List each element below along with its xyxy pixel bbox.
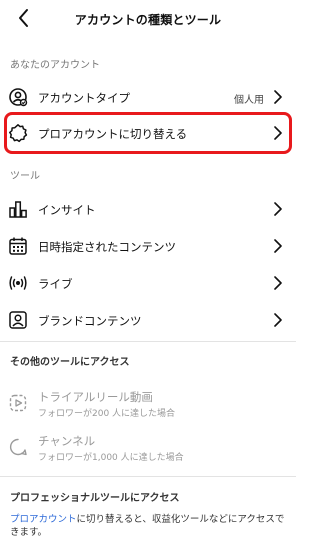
trial-reels-label: トライアルリール動画 xyxy=(38,390,153,404)
channel-requirement: フォロワーが1,000 人に達した場合 xyxy=(38,453,184,463)
channel-label: チャンネル xyxy=(38,434,96,448)
chevron-right-icon xyxy=(274,239,282,253)
gear-badge-icon xyxy=(8,123,28,143)
branded-content-icon xyxy=(8,310,28,330)
trial-reels-requirement: フォロワーが200 人に達した場合 xyxy=(38,409,176,419)
trial-reel-icon xyxy=(8,393,28,413)
section-label-other-tools: その他のツールにアクセス xyxy=(10,357,130,368)
chevron-right-icon xyxy=(274,90,282,104)
insights-row[interactable]: インサイト xyxy=(0,191,296,227)
scheduled-content-label: 日時指定されたコンテンツ xyxy=(38,240,176,254)
bar-chart-icon xyxy=(8,199,28,219)
switch-to-pro-row[interactable]: プロアカウントに切り替える xyxy=(0,115,296,151)
divider xyxy=(0,341,296,342)
branded-content-label: ブランドコンテンツ xyxy=(38,314,142,328)
section-label-professional: プロフェッショナルツールにアクセス xyxy=(10,493,180,504)
header: アカウントの種類とツール xyxy=(0,0,296,38)
account-type-label: アカウントタイプ xyxy=(38,91,130,105)
channel-icon xyxy=(8,437,28,457)
chevron-right-icon xyxy=(274,276,282,290)
switch-to-pro-label: プロアカウントに切り替える xyxy=(38,127,188,141)
pro-account-link[interactable]: プロアカウント xyxy=(10,514,77,525)
channel-row: チャンネル フォロワーが1,000 人に達した場合 xyxy=(0,429,296,465)
person-badge-icon xyxy=(8,87,28,107)
insights-label: インサイト xyxy=(38,203,96,217)
calendar-icon xyxy=(8,236,28,256)
scheduled-content-row[interactable]: 日時指定されたコンテンツ xyxy=(0,228,296,264)
account-type-value: 個人用 xyxy=(234,95,264,106)
professional-description: プロアカウントに切り替えると、収益化ツールなどにアクセスできます。 xyxy=(10,513,286,539)
section-label-tools: ツール xyxy=(10,171,40,182)
section-label-your-account: あなたのアカウント xyxy=(10,60,100,71)
account-type-and-tools-screen: アカウントの種類とツール あなたのアカウント アカウントタイプ 個人用 プロアカ… xyxy=(0,0,296,551)
divider xyxy=(0,476,296,477)
chevron-right-icon xyxy=(274,313,282,327)
live-row[interactable]: ライブ xyxy=(0,265,296,301)
live-label: ライブ xyxy=(38,277,73,291)
live-broadcast-icon xyxy=(8,273,28,293)
account-type-row[interactable]: アカウントタイプ 個人用 xyxy=(0,79,296,115)
page-title: アカウントの種類とツール xyxy=(74,13,222,27)
branded-content-row[interactable]: ブランドコンテンツ xyxy=(0,302,296,338)
chevron-right-icon xyxy=(274,202,282,216)
chevron-right-icon xyxy=(274,126,282,140)
trial-reels-row: トライアルリール動画 フォロワーが200 人に達した場合 xyxy=(0,385,296,421)
